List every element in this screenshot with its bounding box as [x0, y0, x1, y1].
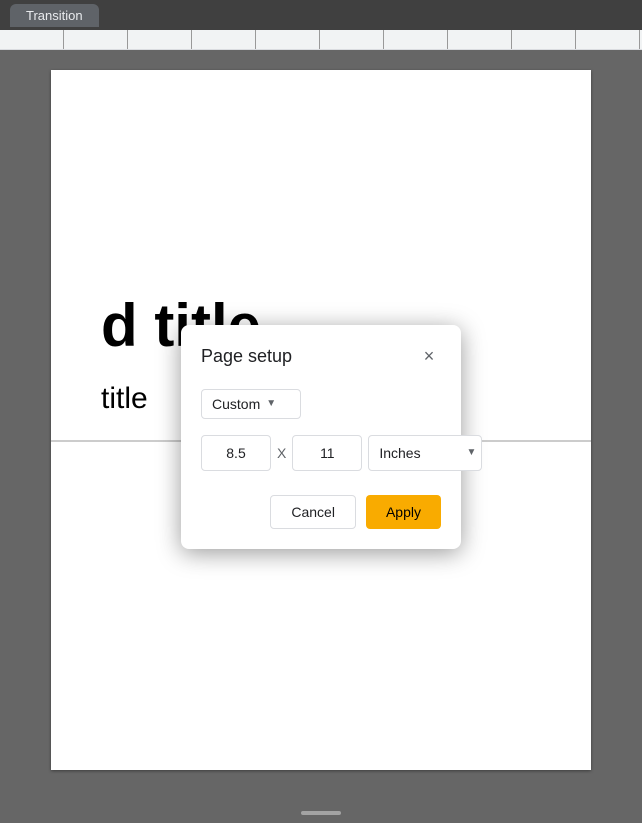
preset-label: Custom [212, 396, 260, 412]
dimensions-row: X Inches Centimeters Points ▼ [201, 435, 441, 471]
tab-bar: Transition [0, 0, 642, 30]
preset-dropdown[interactable]: Custom ▼ [201, 389, 301, 419]
main-area: d title title Page setup × Custom ▼ X [0, 50, 642, 823]
dimension-separator: X [277, 445, 286, 461]
ruler-marks [0, 30, 642, 50]
modal-overlay: Page setup × Custom ▼ X Inches Centimete [0, 50, 642, 823]
page-setup-dialog: Page setup × Custom ▼ X Inches Centimete [181, 325, 461, 549]
ruler [0, 30, 642, 50]
dialog-header: Page setup × [201, 345, 441, 369]
unit-select[interactable]: Inches Centimeters Points [368, 435, 482, 471]
dialog-footer: Cancel Apply [201, 495, 441, 529]
close-button[interactable]: × [417, 345, 441, 369]
preset-dropdown-arrow: ▼ [266, 398, 276, 409]
width-input[interactable] [201, 435, 271, 471]
apply-button[interactable]: Apply [366, 495, 441, 529]
preset-dropdown-wrapper: Custom ▼ [201, 389, 441, 419]
tab-transition[interactable]: Transition [10, 4, 99, 27]
height-input[interactable] [292, 435, 362, 471]
unit-select-wrapper: Inches Centimeters Points ▼ [368, 435, 482, 471]
dialog-title: Page setup [201, 346, 292, 367]
cancel-button[interactable]: Cancel [270, 495, 356, 529]
